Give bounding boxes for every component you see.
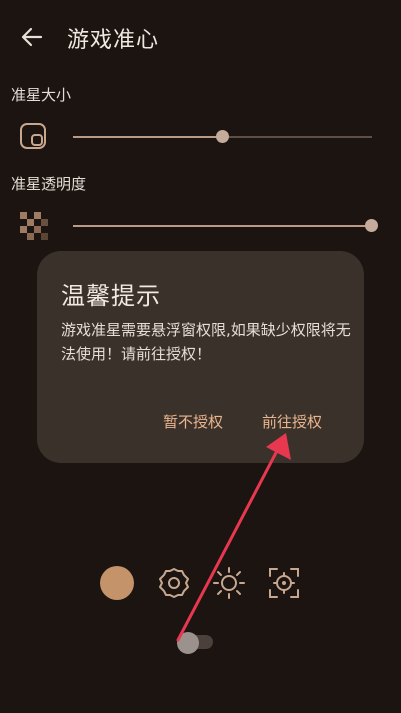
annotation-arrow: [176, 433, 291, 642]
